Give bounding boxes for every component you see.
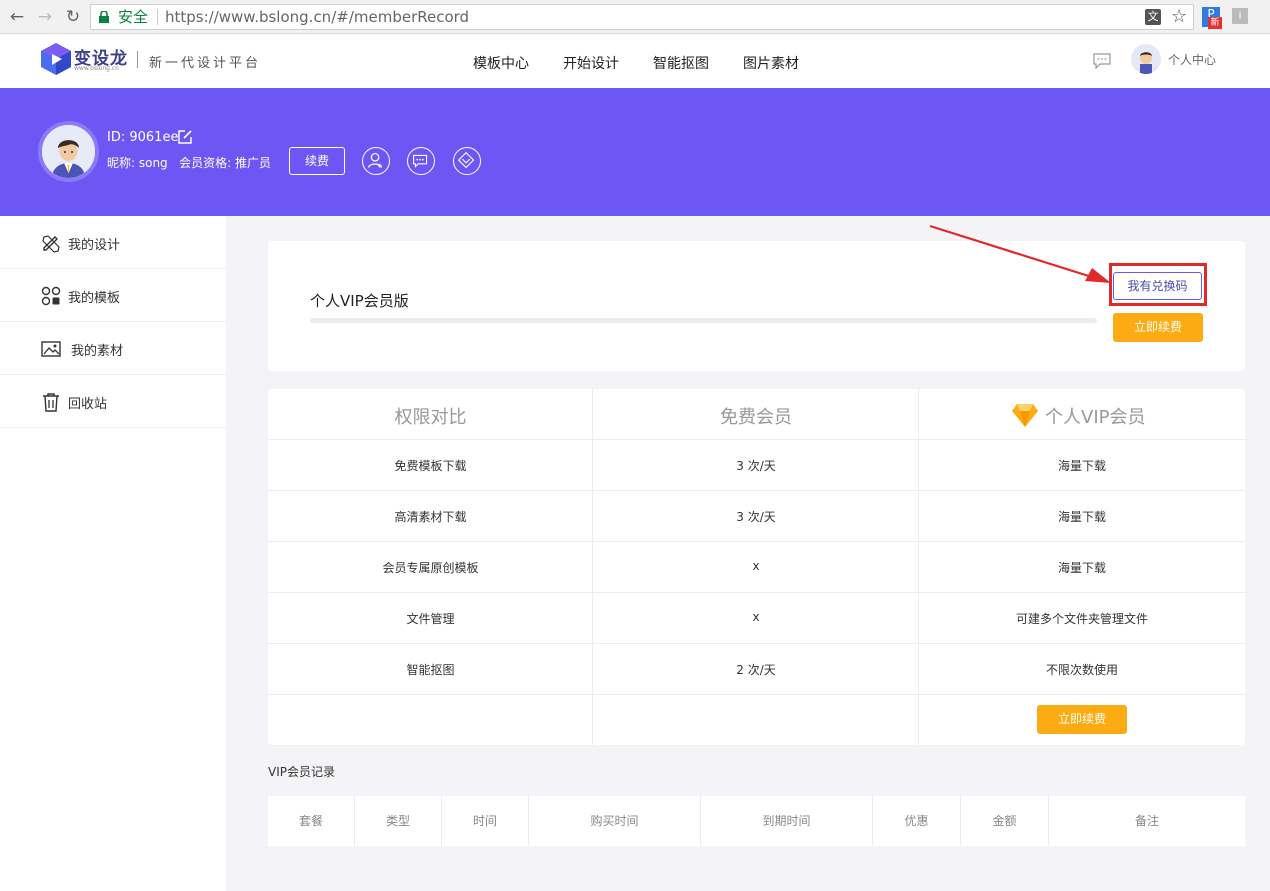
vip-badge-icon[interactable] xyxy=(453,147,481,175)
slogan: 新一代设计平台 xyxy=(149,56,262,71)
site-header: 变设龙 www.bslong.cn 新一代设计平台 模板中心 开始设计 智能抠图… xyxy=(0,34,1270,88)
renew-now-button[interactable]: 立即续费 xyxy=(1037,705,1127,734)
table-cell: 文件管理 xyxy=(406,612,455,626)
table-cell: 免费模板下载 xyxy=(394,459,467,473)
new-badge: 新 xyxy=(1208,17,1222,29)
divider xyxy=(157,9,158,25)
table-cell: 海量下载 xyxy=(1057,510,1106,524)
sidebar-item-label: 我的素材 xyxy=(71,344,124,359)
sidebar-item-recycle-bin[interactable]: 回收站 xyxy=(0,375,226,428)
column-header: 时间 xyxy=(442,796,529,846)
column-header: 金额 xyxy=(961,796,1049,846)
renew-now-button[interactable]: 立即续费 xyxy=(1113,313,1203,342)
user-info: 昵称: song 会员资格: 推广员 xyxy=(107,156,271,170)
back-icon[interactable]: ← xyxy=(6,6,28,28)
nav-templates[interactable]: 模板中心 xyxy=(473,53,529,73)
table-cell: 海量下载 xyxy=(1057,459,1106,473)
shapes-icon xyxy=(41,286,61,306)
logo-subtext: www.bslong.cn xyxy=(74,65,119,72)
table-cell: 海量下载 xyxy=(1057,561,1106,575)
table-cell: 不限次数使用 xyxy=(1045,663,1118,677)
table-cell: 会员专属原创模板 xyxy=(382,561,479,575)
divider xyxy=(268,643,1245,644)
info-extension-icon[interactable]: i xyxy=(1232,8,1248,24)
pencil-ruler-icon xyxy=(42,235,60,253)
table-cell: x xyxy=(752,559,760,573)
column-header: 优惠 xyxy=(873,796,961,846)
bookmark-star-icon[interactable]: ☆ xyxy=(1171,5,1187,29)
chat-icon[interactable] xyxy=(407,147,435,175)
redeem-code-button[interactable]: 我有兑换码 xyxy=(1113,272,1202,300)
browser-toolbar: ← → ↻ 安全 https://www.bslong.cn/#/memberR… xyxy=(0,0,1270,34)
renew-button[interactable]: 续费 xyxy=(289,147,345,175)
sidebar-item-label: 我的设计 xyxy=(68,238,121,253)
url-text[interactable]: https://www.bslong.cn/#/memberRecord xyxy=(165,5,469,29)
column-header: 购买时间 xyxy=(529,796,701,846)
logo-icon[interactable] xyxy=(40,42,72,76)
user-center-link[interactable]: 个人中心 xyxy=(1168,51,1216,68)
diamond-icon xyxy=(1012,404,1038,427)
divider xyxy=(268,592,1245,593)
divider xyxy=(268,490,1245,491)
divider xyxy=(268,541,1245,542)
lock-icon xyxy=(99,11,109,23)
image-icon xyxy=(41,341,61,357)
secure-label: 安全 xyxy=(118,8,149,26)
sidebar-item-label: 回收站 xyxy=(68,397,108,412)
column-header: 备注 xyxy=(1134,814,1159,828)
reload-icon[interactable]: ↻ xyxy=(62,6,84,28)
table-cell: 3 次/天 xyxy=(736,510,776,524)
plan-progress-bar xyxy=(310,318,1097,323)
divider xyxy=(137,51,138,68)
column-header: 权限对比 xyxy=(394,407,467,428)
sidebar-item-my-materials[interactable]: 我的素材 xyxy=(0,322,226,375)
table-cell: x xyxy=(752,610,760,624)
column-header: 个人VIP会员 xyxy=(1045,407,1146,428)
divider xyxy=(268,439,1245,440)
column-header: 免费会员 xyxy=(720,407,792,428)
benefits-comparison-table: 权限对比 免费会员 个人VIP会员 免费模板下载 3 次/天 海量下载 高清素材… xyxy=(268,389,1245,745)
avatar[interactable] xyxy=(38,121,99,182)
message-icon[interactable] xyxy=(1093,53,1111,69)
sidebar-item-label: 我的模板 xyxy=(68,291,121,306)
avatar[interactable] xyxy=(1131,44,1161,74)
address-bar[interactable]: 安全 https://www.bslong.cn/#/memberRecord … xyxy=(90,4,1194,30)
table-cell: 高清素材下载 xyxy=(394,510,467,524)
user-id: ID: 9061ee xyxy=(107,130,179,145)
table-cell: 智能抠图 xyxy=(406,663,455,677)
table-cell: 可建多个文件夹管理文件 xyxy=(1015,612,1148,626)
table-cell: 3 次/天 xyxy=(736,459,776,473)
extension-icon[interactable]: P新 xyxy=(1202,7,1222,29)
nav-smart-cutout[interactable]: 智能抠图 xyxy=(653,53,709,73)
edit-icon[interactable] xyxy=(176,128,194,146)
column-header: 套餐 xyxy=(268,796,355,846)
plan-title: 个人VIP会员版 xyxy=(310,292,409,310)
divider xyxy=(268,694,1245,695)
records-title: VIP会员记录 xyxy=(268,765,335,779)
user-add-icon[interactable] xyxy=(362,147,390,175)
column-header: 到期时间 xyxy=(701,796,873,846)
annotation-arrow xyxy=(929,224,1111,283)
profile-banner: ID: 9061ee 昵称: song 会员资格: 推广员 续费 xyxy=(0,88,1270,216)
records-table-header: 套餐 类型 时间 购买时间 到期时间 优惠 金额 备注 xyxy=(268,796,1245,846)
nav-images[interactable]: 图片素材 xyxy=(743,53,799,73)
trash-icon xyxy=(43,393,59,412)
sidebar: 我的设计 我的模板 我的素材 回收站 xyxy=(0,216,226,891)
sidebar-item-my-templates[interactable]: 我的模板 xyxy=(0,269,226,322)
forward-icon[interactable]: → xyxy=(34,6,56,28)
table-cell: 2 次/天 xyxy=(736,663,776,677)
translate-icon[interactable]: 文 xyxy=(1145,9,1161,25)
sidebar-item-my-designs[interactable]: 我的设计 xyxy=(0,216,226,269)
column-header: 类型 xyxy=(355,796,442,846)
nav-start-design[interactable]: 开始设计 xyxy=(563,53,619,73)
